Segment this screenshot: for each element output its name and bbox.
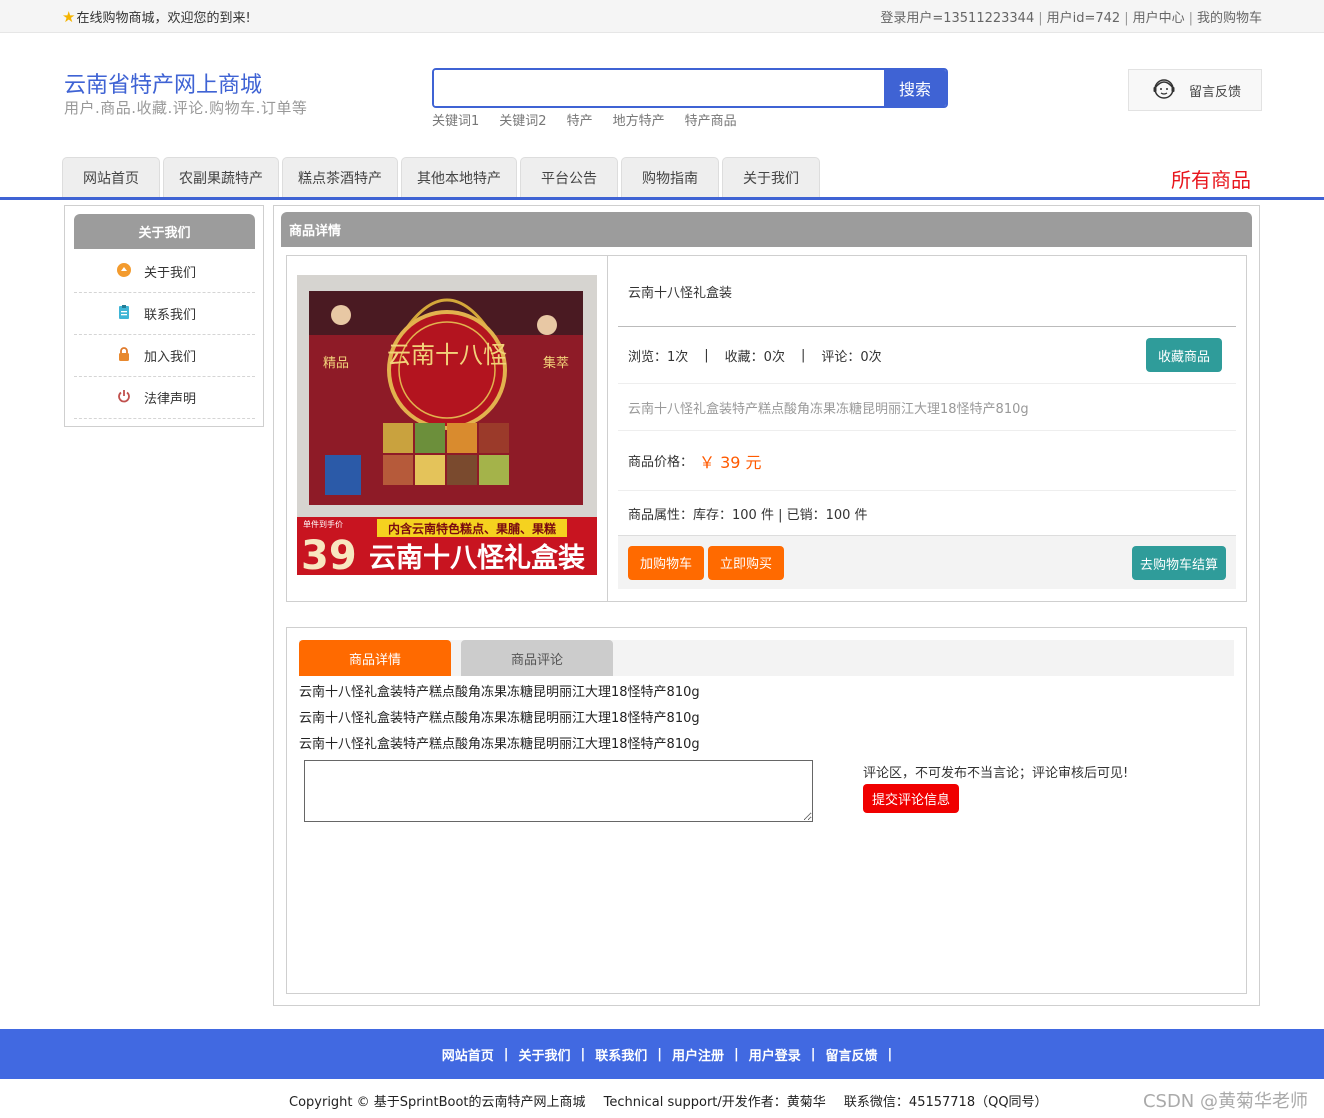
sidebar-item-label: 联系我们: [144, 308, 197, 323]
welcome-text: 在线购物商城，欢迎您的到来!: [76, 11, 251, 26]
banner-small-text: 单件到手价: [303, 519, 343, 529]
footer-links: 网站首页 | 关于我们 | 联系我们 | 用户注册 | 用户登录 | 留言反馈 |: [0, 1029, 1324, 1079]
main-nav: 网站首页 农副果蔬特产 糕点茶酒特产 其他本地特产 平台公告 购物指南 关于我们: [62, 157, 820, 197]
site-subtitle: 用户.商品.收藏.评论.购物车.订单等: [64, 99, 308, 117]
user-center-link[interactable]: 用户中心: [1133, 11, 1185, 26]
comments-count: 评论：0次: [821, 350, 882, 365]
sidebar-item-join[interactable]: 加入我们: [74, 335, 255, 377]
all-goods-link[interactable]: 所有商品: [1171, 164, 1251, 193]
tab-product-detail[interactable]: 商品详情: [299, 640, 451, 676]
sidebar-item-label: 加入我们: [144, 350, 197, 365]
contact-text: 联系微信：45157718（QQ同号）: [843, 1095, 1048, 1110]
hot-keywords: 关键词1 关键词2 特产 地方特产 特产商品: [432, 110, 737, 129]
my-cart-link[interactable]: 我的购物车: [1197, 11, 1262, 26]
feedback-button[interactable]: 留言反馈: [1128, 69, 1262, 111]
main-panel: 商品详情 云南十八怪 精品 集萃 内含云南特色糕点、果脯、果糕 单件到手价 39…: [273, 205, 1260, 1006]
box-title-text: 云南十八怪: [387, 341, 507, 369]
banner-price-text: 39: [301, 533, 357, 575]
nav-tab-pastry[interactable]: 糕点茶酒特产: [282, 157, 398, 197]
keyword-link[interactable]: 关键词2: [499, 110, 546, 129]
top-bar: ★ 在线购物商城，欢迎您的到来! 登录用户=13511223344 | 用户id=7…: [0, 0, 1324, 33]
banner-title-text: 云南十八怪礼盒装: [369, 542, 585, 574]
product-tabs-box: 商品详情 商品评论 云南十八怪礼盒装特产糕点酸角冻果冻糖昆明丽江大理18怪特产8…: [286, 627, 1247, 994]
tab-strip: 商品详情 商品评论: [299, 640, 1234, 676]
nav-tab-about[interactable]: 关于我们: [722, 157, 820, 197]
keyword-link[interactable]: 特产: [567, 110, 593, 129]
copyright-text: Copyright © 基于SprintBoot的云南特产网上商城: [289, 1095, 586, 1110]
star-icon: ★: [62, 7, 76, 26]
sidebar: 关于我们 关于我们 联系我们 加入我们 法律声明: [64, 205, 264, 427]
sidebar-item-contact[interactable]: 联系我们: [74, 293, 255, 335]
footer-link-feedback[interactable]: 留言反馈: [826, 1045, 878, 1064]
submit-comment-button[interactable]: 提交评论信息: [863, 784, 959, 813]
main-panel-title: 商品详情: [281, 212, 1252, 247]
footer-link-register[interactable]: 用户注册: [672, 1045, 724, 1064]
product-attr-row: 商品属性： 库存：100 件 | 已销：100 件: [618, 491, 1236, 535]
product-detail-box: 云南十八怪 精品 集萃 内含云南特色糕点、果脯、果糕 单件到手价 39 云南十八…: [286, 255, 1247, 602]
box-tag-left: 精品: [323, 356, 349, 371]
clipboard-icon: [116, 304, 132, 324]
feedback-label: 留言反馈: [1189, 84, 1242, 100]
buy-now-button[interactable]: 立即购买: [708, 545, 784, 580]
banner-top-text: 内含云南特色糕点、果脯、果糕: [388, 521, 556, 536]
favorite-button[interactable]: 收藏商品: [1146, 338, 1222, 372]
nav-tab-home[interactable]: 网站首页: [62, 157, 160, 197]
product-stats: 浏览：1次 | 收藏：0次 | 评论：0次 收藏商品: [618, 328, 1236, 384]
attr-label: 商品属性：: [628, 507, 694, 523]
description-line: 云南十八怪礼盒装特产糕点酸角冻果冻糖昆明丽江大理18怪特产810g: [299, 737, 700, 752]
add-to-cart-button[interactable]: 加购物车: [628, 545, 704, 580]
footer-link-about[interactable]: 关于我们: [518, 1045, 570, 1064]
comment-note: 评论区，不可发布不当言论；评论审核后可见!: [863, 766, 1129, 781]
sidebar-item-legal[interactable]: 法律声明: [74, 377, 255, 419]
product-image[interactable]: 云南十八怪 精品 集萃 内含云南特色糕点、果脯、果糕 单件到手价 39 云南十八…: [297, 275, 597, 575]
product-actions: 加购物车 立即购买 去购物车结算: [618, 535, 1236, 589]
favorites-count: 收藏：0次: [724, 350, 785, 365]
nav-tab-other[interactable]: 其他本地特产: [401, 157, 517, 197]
welcome-message: ★ 在线购物商城，欢迎您的到来!: [62, 7, 251, 27]
customer-service-icon: [1151, 75, 1177, 105]
copyright: Copyright © 基于SprintBoot的云南特产网上商城 Techni…: [289, 1091, 1062, 1110]
watermark: CSDN @黄菊华老师: [1142, 1091, 1308, 1112]
lock-icon: [116, 346, 132, 366]
views-count: 浏览：1次: [628, 350, 689, 365]
tab-product-comments[interactable]: 商品评论: [461, 640, 613, 676]
price-value: ￥ 39 元: [699, 452, 762, 472]
sidebar-item-about[interactable]: 关于我们: [74, 251, 255, 293]
keyword-link[interactable]: 地方特产: [613, 110, 665, 129]
footer-link-login[interactable]: 用户登录: [749, 1045, 801, 1064]
price-label: 商品价格：: [628, 455, 694, 470]
comment-textarea[interactable]: [304, 760, 813, 822]
nav-tab-produce[interactable]: 农副果蔬特产: [163, 157, 279, 197]
product-price-row: 商品价格： ￥ 39 元: [618, 431, 1236, 491]
footer-link-home[interactable]: 网站首页: [442, 1045, 494, 1064]
product-name: 云南十八怪礼盒装: [618, 256, 1236, 327]
description-line: 云南十八怪礼盒装特产糕点酸角冻果冻糖昆明丽江大理18怪特产810g: [299, 685, 700, 700]
nav-tab-guide[interactable]: 购物指南: [621, 157, 719, 197]
site-title[interactable]: 云南省特产网上商城: [64, 67, 262, 99]
footer-link-contact[interactable]: 联系我们: [595, 1045, 647, 1064]
logged-user-text: 登录用户=13511223344: [880, 11, 1035, 26]
sidebar-title: 关于我们: [74, 214, 255, 249]
power-icon: [116, 388, 132, 408]
checkout-button[interactable]: 去购物车结算: [1132, 546, 1226, 580]
box-tag-right: 集萃: [543, 355, 569, 371]
description-line: 云南十八怪礼盒装特产糕点酸角冻果冻糖昆明丽江大理18怪特产810g: [299, 711, 700, 726]
support-text: Technical support/开发作者：黄菊华: [603, 1095, 826, 1110]
search-bar: 搜索: [432, 68, 948, 108]
nav-divider: [0, 197, 1324, 200]
keyword-link[interactable]: 特产商品: [685, 110, 737, 129]
top-links: 登录用户=13511223344 | 用户id=742 | 用户中心 | 我的购物车: [880, 11, 1262, 26]
user-id-text: 用户id=742: [1046, 11, 1121, 26]
hand-icon: [116, 262, 132, 282]
keyword-link[interactable]: 关键词1: [432, 110, 479, 129]
product-subtitle: 云南十八怪礼盒装特产糕点酸角冻果冻糖昆明丽江大理18怪特产810g: [618, 384, 1236, 431]
sidebar-item-label: 关于我们: [144, 266, 197, 281]
search-button[interactable]: 搜索: [884, 70, 946, 106]
attr-value: 库存：100 件 | 已销：100 件: [693, 507, 868, 523]
nav-tab-notice[interactable]: 平台公告: [520, 157, 618, 197]
sidebar-item-label: 法律声明: [144, 392, 197, 407]
search-input[interactable]: [434, 70, 884, 106]
